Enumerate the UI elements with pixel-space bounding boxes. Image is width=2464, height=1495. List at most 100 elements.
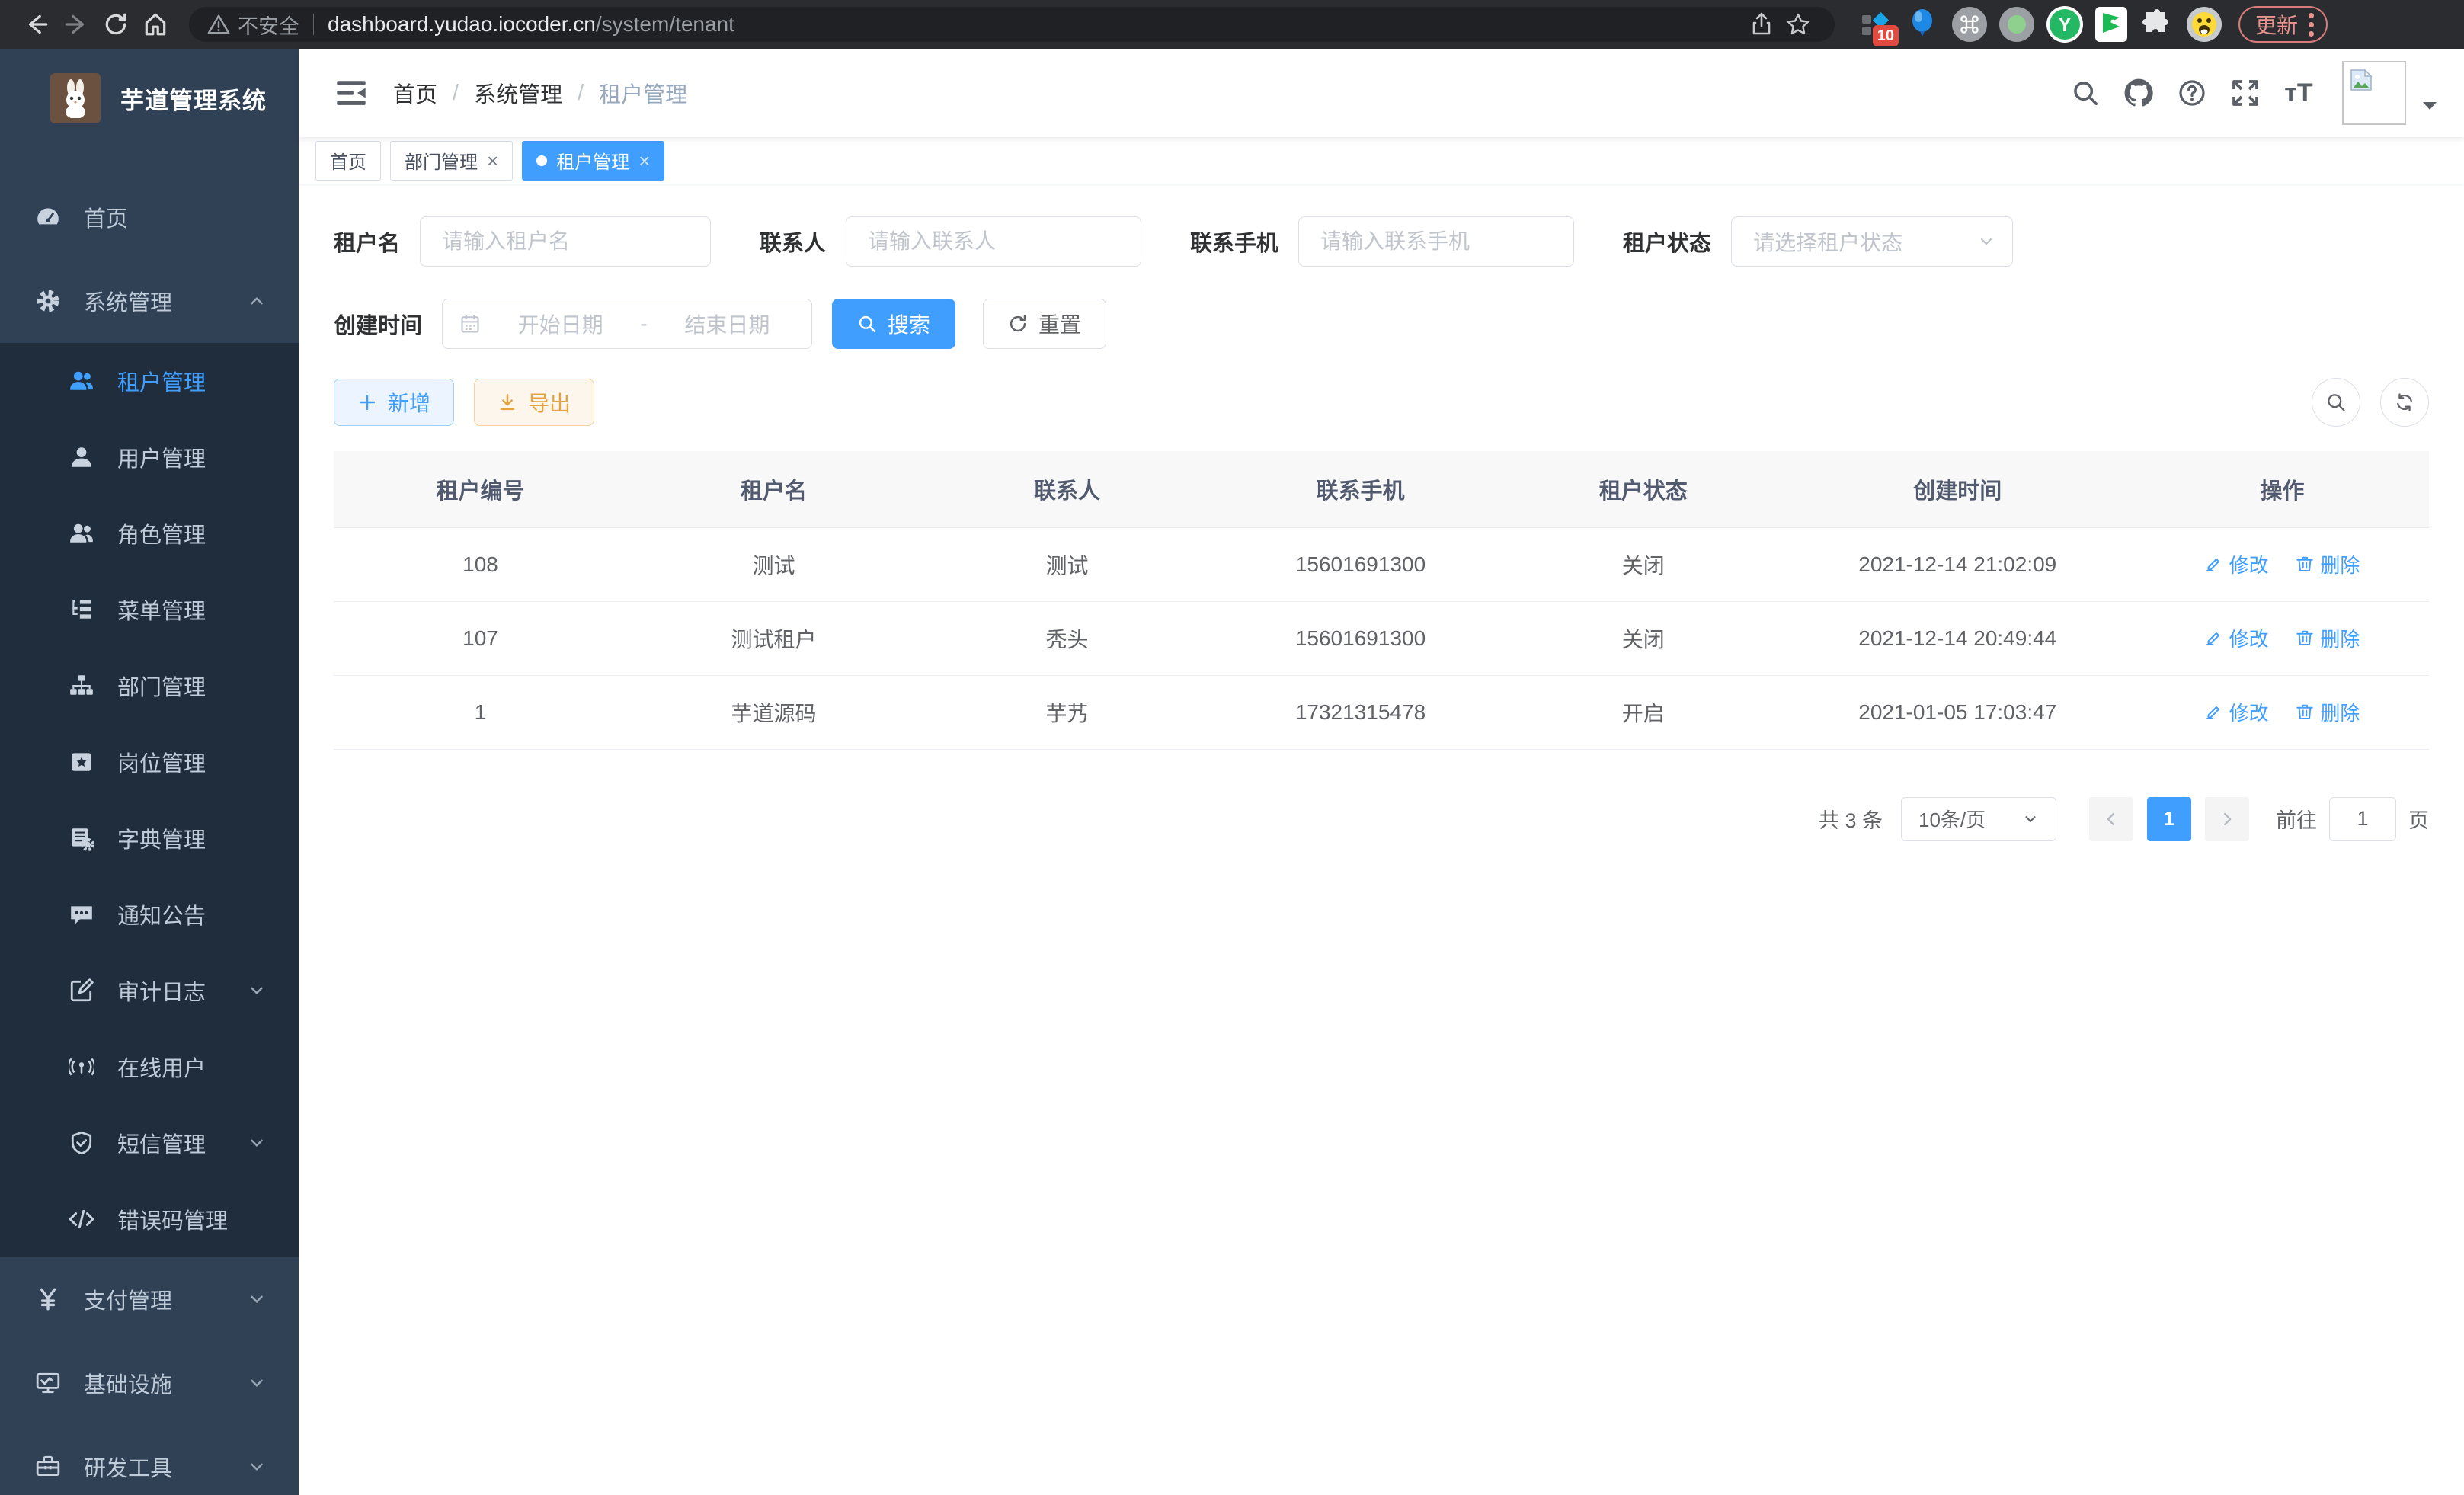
browser-forward-icon[interactable] xyxy=(56,5,96,44)
col-created: 创建时间 xyxy=(1780,451,2136,527)
trash-icon xyxy=(2296,555,2314,573)
chevron-down-icon xyxy=(247,1133,267,1153)
sidebar-item-dict[interactable]: 字典管理 xyxy=(0,800,299,876)
sidebar-item-user[interactable]: 用户管理 xyxy=(0,419,299,495)
status-value: 开启 xyxy=(1507,675,1780,749)
github-icon[interactable] xyxy=(2115,69,2162,117)
download-icon xyxy=(498,392,517,412)
goto-page-input[interactable] xyxy=(2329,797,2396,841)
status-label: 租户状态 xyxy=(1623,226,1711,258)
page-number-1[interactable]: 1 xyxy=(2147,797,2191,841)
header-search-icon[interactable] xyxy=(2062,69,2109,117)
close-icon[interactable]: × xyxy=(487,151,498,171)
sidebar-item-post[interactable]: 岗位管理 xyxy=(0,724,299,800)
share-icon[interactable] xyxy=(1743,6,1780,43)
sidebar-item-notice[interactable]: 通知公告 xyxy=(0,876,299,952)
avatar[interactable] xyxy=(2342,61,2406,125)
emoji-extension-icon[interactable] xyxy=(2187,7,2222,42)
date-start-placeholder: 开始日期 xyxy=(493,309,628,339)
delete-link[interactable]: 删除 xyxy=(2296,550,2360,578)
edit-link[interactable]: 修改 xyxy=(2205,624,2269,652)
browser-back-icon[interactable] xyxy=(17,5,56,44)
flag-extension-icon[interactable] xyxy=(2095,7,2127,42)
create-time-label: 创建时间 xyxy=(334,308,422,340)
yen-icon xyxy=(35,1286,61,1312)
prev-page-button[interactable] xyxy=(2089,797,2133,841)
sidebar-item-sms[interactable]: 短信管理 xyxy=(0,1105,299,1181)
bookmark-star-icon[interactable] xyxy=(1780,6,1816,43)
puzzle-extensions-icon[interactable] xyxy=(2139,7,2174,42)
search-icon xyxy=(857,314,877,334)
sidebar-item-dept[interactable]: 部门管理 xyxy=(0,648,299,724)
col-tenant-name: 租户名 xyxy=(627,451,920,527)
toggle-search-button[interactable] xyxy=(2312,378,2360,427)
sidebar-item-pay[interactable]: 支付管理 xyxy=(0,1257,299,1341)
breadcrumb-home[interactable]: 首页 xyxy=(393,77,437,109)
search-button[interactable]: 搜索 xyxy=(832,299,955,349)
breadcrumb-system[interactable]: 系统管理 xyxy=(474,77,562,109)
sidebar: 芋道管理系统 首页 系统管理 租户管理 用户管理 xyxy=(0,49,299,1495)
yuque-extension-icon[interactable]: Y xyxy=(2046,6,2083,43)
browser-home-icon[interactable] xyxy=(136,5,175,44)
col-tenant-id: 租户编号 xyxy=(334,451,627,527)
refresh-table-button[interactable] xyxy=(2380,378,2429,427)
create-time-range-picker[interactable]: 开始日期 - 结束日期 xyxy=(442,299,812,349)
pagination: 共 3 条 10条/页 1 前往 页 xyxy=(334,797,2429,841)
chevron-down-icon xyxy=(247,981,267,1000)
edit-link[interactable]: 修改 xyxy=(2205,550,2269,578)
broadcast-icon xyxy=(69,1054,94,1080)
tab-home[interactable]: 首页 xyxy=(315,141,381,181)
balloon-extension-icon[interactable] xyxy=(1905,7,1940,42)
contact-input-wrap xyxy=(846,216,1141,267)
browser-menu-icon[interactable] xyxy=(2309,13,2314,37)
font-size-icon[interactable]: тT xyxy=(2275,69,2322,117)
browser-update-button[interactable]: 更新 xyxy=(2238,6,2328,43)
mobile-input-wrap xyxy=(1298,216,1574,267)
add-button[interactable]: 新增 xyxy=(334,379,454,426)
page-size-select[interactable]: 10条/页 xyxy=(1901,797,2056,841)
next-page-button[interactable] xyxy=(2205,797,2249,841)
close-icon[interactable]: × xyxy=(638,151,650,171)
trash-icon xyxy=(2296,629,2314,647)
sidebar-item-home[interactable]: 首页 xyxy=(0,175,299,259)
edit-link[interactable]: 修改 xyxy=(2205,698,2269,726)
goto-label: 前往 xyxy=(2276,804,2317,834)
fullscreen-icon[interactable] xyxy=(2222,69,2269,117)
not-secure-warning-icon xyxy=(207,13,230,36)
delete-link[interactable]: 删除 xyxy=(2296,624,2360,652)
status-select[interactable]: 请选择租户状态 xyxy=(1731,216,2013,267)
tenant-name-input[interactable] xyxy=(428,229,704,254)
sidebar-item-system[interactable]: 系统管理 xyxy=(0,259,299,343)
shield-check-icon xyxy=(69,1130,94,1156)
user-menu-caret-icon[interactable] xyxy=(2421,101,2438,111)
sidebar-item-error-code[interactable]: 错误码管理 xyxy=(0,1181,299,1257)
sidebar-fold-icon[interactable] xyxy=(334,75,369,110)
tenant-name-input-wrap xyxy=(420,216,711,267)
sidebar-item-devtools[interactable]: 研发工具 xyxy=(0,1425,299,1495)
command-extension-icon[interactable] xyxy=(1952,7,1987,42)
tab-dept[interactable]: 部门管理 × xyxy=(390,141,513,181)
edit-icon xyxy=(2205,555,2223,573)
page-suffix-label: 页 xyxy=(2408,804,2429,834)
delete-link[interactable]: 删除 xyxy=(2296,698,2360,726)
mobile-input[interactable] xyxy=(1307,229,1567,254)
sidebar-item-online-users[interactable]: 在线用户 xyxy=(0,1029,299,1105)
sidebar-item-audit-log[interactable]: 审计日志 xyxy=(0,952,299,1029)
browser-reload-icon[interactable] xyxy=(96,5,136,44)
sidebar-item-tenant[interactable]: 租户管理 xyxy=(0,343,299,419)
pinned-extension-icon[interactable]: 10 xyxy=(1858,7,1893,42)
plus-icon xyxy=(357,392,377,412)
sidebar-item-menu[interactable]: 菜单管理 xyxy=(0,571,299,648)
help-icon[interactable] xyxy=(2168,69,2216,117)
sidebar-item-infra[interactable]: 基础设施 xyxy=(0,1341,299,1425)
address-bar[interactable]: 不安全 dashboard.yudao.iocoder.cn/system/te… xyxy=(189,7,1835,42)
tab-tenant[interactable]: 租户管理 × xyxy=(522,141,664,181)
page-content: 租户名 联系人 联系手机 xyxy=(299,184,2464,1495)
contact-input[interactable] xyxy=(854,229,1134,254)
export-button[interactable]: 导出 xyxy=(474,379,594,426)
sidebar-item-role[interactable]: 角色管理 xyxy=(0,495,299,571)
app-logo[interactable]: 芋道管理系统 xyxy=(0,49,299,148)
dot-extension-icon[interactable] xyxy=(1999,7,2034,42)
gear-icon xyxy=(35,288,61,314)
reset-button[interactable]: 重置 xyxy=(983,299,1106,349)
